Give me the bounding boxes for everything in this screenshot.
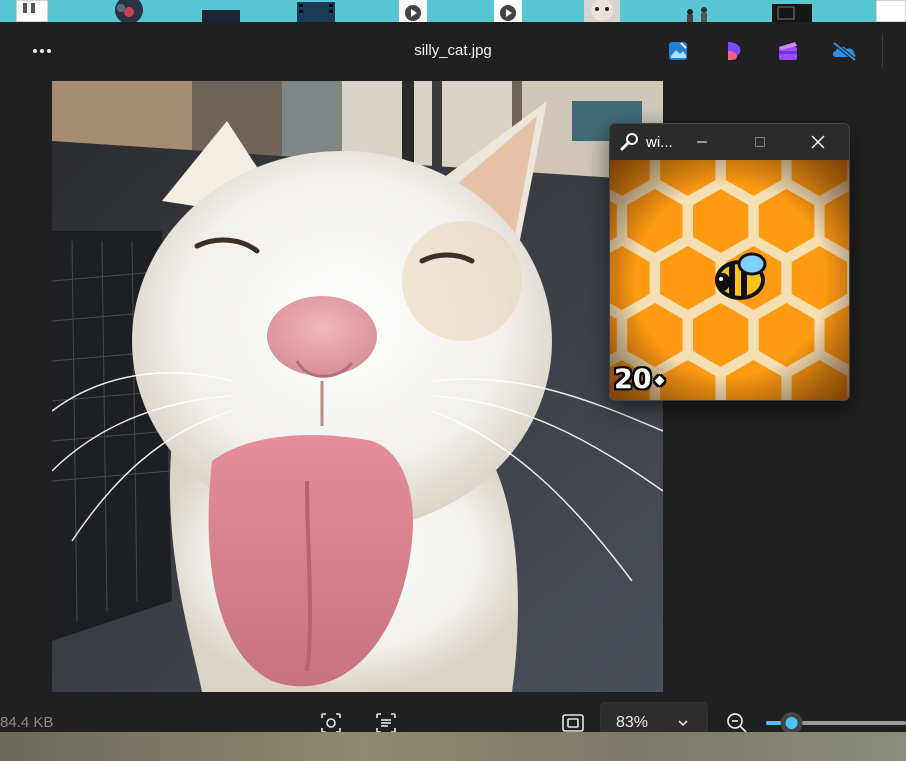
chevron-down-icon [678, 720, 688, 727]
clipchamp-video-button[interactable] [776, 39, 800, 63]
desktop-document-icon[interactable] [874, 0, 906, 22]
game-canvas[interactable]: 20 ◆ [610, 160, 849, 400]
clipchamp-video-icon [779, 42, 797, 60]
desktop-face-thumbnail-icon[interactable] [584, 0, 620, 22]
desktop-background [0, 0, 906, 22]
title-divider [882, 34, 883, 68]
desktop-media-file-icon[interactable] [493, 0, 523, 22]
mini-window-title: wi... [646, 134, 673, 151]
image-editor-button[interactable] [666, 39, 690, 63]
maximize-icon [755, 137, 765, 147]
score-value: 20 [614, 364, 652, 395]
taskbar-background [0, 732, 906, 761]
desktop-media-file-icon[interactable] [398, 0, 428, 22]
score-display: 20 ◆ [614, 364, 665, 395]
mini-game-window[interactable]: wi... 20 ◆ [609, 123, 850, 401]
close-icon [811, 135, 825, 149]
desktop-character-icon[interactable] [108, 0, 150, 22]
clipchamp-design-button[interactable] [722, 39, 746, 63]
title-bar: silly_cat.jpg [0, 22, 906, 80]
zoom-level-value: 83% [616, 714, 649, 731]
main-photo[interactable] [52, 81, 663, 692]
minimize-button[interactable] [679, 124, 725, 160]
close-button[interactable] [795, 124, 841, 160]
mini-title-bar[interactable]: wi... [610, 124, 849, 160]
file-name: silly_cat.jpg [414, 42, 492, 59]
image-editor-icon [669, 42, 687, 60]
onedrive-button[interactable] [830, 39, 858, 63]
desktop-video-thumbnail-icon[interactable] [297, 0, 335, 22]
onedrive-icon [832, 41, 857, 62]
file-size: 84.4 KB [0, 714, 54, 731]
desktop-figures-thumbnail-icon[interactable] [678, 0, 718, 22]
desktop-document-icon[interactable] [14, 0, 50, 22]
wrench-icon [620, 133, 638, 151]
desktop-video-thumbnail-icon[interactable] [202, 0, 240, 22]
minimize-icon [697, 141, 707, 143]
diamond-icon: ◆ [654, 373, 665, 388]
desktop-dark-thumbnail-icon[interactable] [772, 0, 812, 22]
clipchamp-design-icon [728, 42, 741, 60]
maximize-button[interactable] [737, 124, 783, 160]
